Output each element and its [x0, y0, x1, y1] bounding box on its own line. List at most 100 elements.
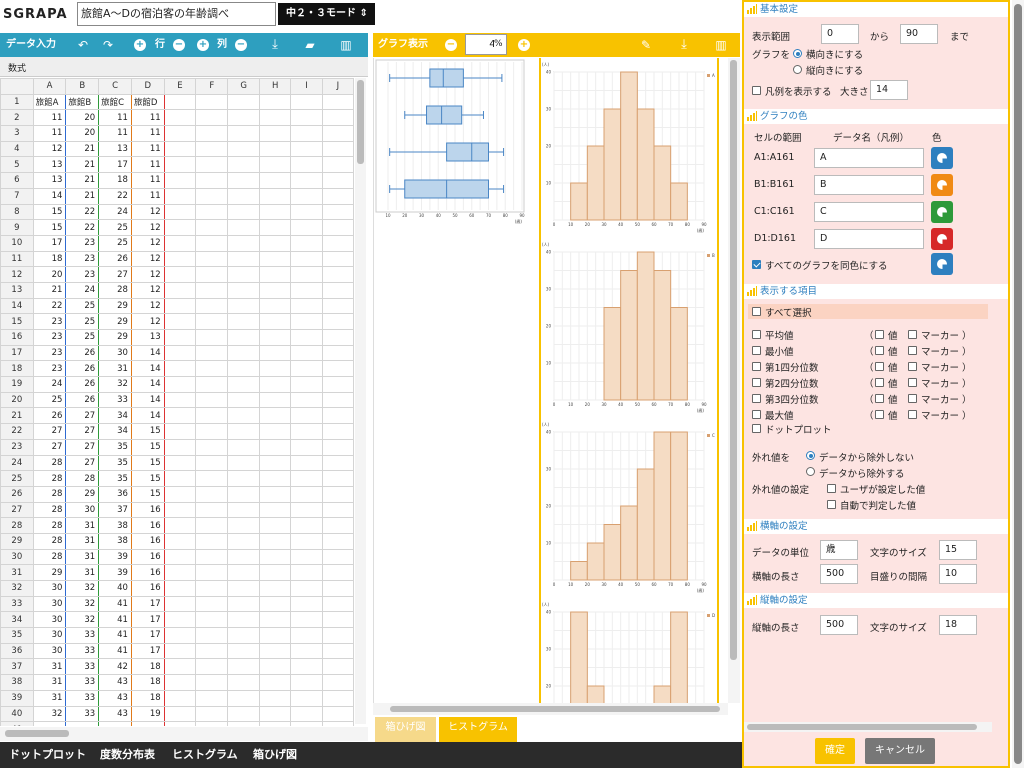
stat-marker-checkbox[interactable]: [908, 378, 917, 387]
eraser-icon[interactable]: ✎: [639, 33, 653, 57]
cell[interactable]: [258, 172, 292, 189]
cell[interactable]: 28: [65, 470, 100, 487]
cell[interactable]: [163, 234, 197, 252]
cell[interactable]: [321, 140, 354, 158]
cell[interactable]: 29: [65, 485, 100, 503]
cell[interactable]: 28: [32, 532, 67, 550]
cell[interactable]: [290, 627, 323, 644]
cell[interactable]: [227, 501, 260, 519]
cell[interactable]: [321, 532, 354, 550]
cell[interactable]: [195, 470, 229, 487]
sheet-horizontal-scrollbar[interactable]: [0, 727, 368, 741]
cell[interactable]: [163, 564, 197, 581]
cell[interactable]: [321, 187, 354, 205]
cell[interactable]: [65, 721, 100, 726]
cell[interactable]: 33: [98, 391, 132, 409]
cell[interactable]: [163, 721, 197, 726]
cell[interactable]: [195, 297, 229, 315]
cell[interactable]: 33: [65, 674, 100, 691]
cell[interactable]: 30: [98, 344, 132, 362]
cell[interactable]: [227, 125, 260, 142]
cell[interactable]: [227, 172, 260, 189]
palette-icon[interactable]: [931, 147, 953, 169]
open-folder-icon[interactable]: ▰: [303, 33, 317, 57]
row-header[interactable]: 32: [0, 580, 34, 597]
range-from-input[interactable]: 0: [821, 24, 859, 44]
cell[interactable]: 15: [130, 470, 165, 487]
cell[interactable]: 39: [98, 548, 132, 566]
cell[interactable]: 15: [32, 219, 67, 236]
cell[interactable]: [290, 642, 323, 660]
stat-checkbox[interactable]: [752, 362, 761, 371]
cell[interactable]: [290, 705, 323, 723]
cell[interactable]: [195, 454, 229, 472]
column-header[interactable]: I: [290, 78, 323, 95]
cell[interactable]: [227, 407, 260, 425]
cell[interactable]: [195, 234, 229, 252]
cell[interactable]: [163, 517, 197, 534]
cell[interactable]: 26: [65, 376, 100, 393]
column-header[interactable]: H: [258, 78, 292, 95]
cell[interactable]: 16: [130, 548, 165, 566]
cell[interactable]: [227, 689, 260, 707]
cell[interactable]: [227, 580, 260, 597]
tab-boxplot[interactable]: 箱ひげ図: [375, 717, 436, 742]
row-header[interactable]: 34: [0, 611, 34, 629]
cell[interactable]: 18: [130, 689, 165, 707]
column-header[interactable]: J: [321, 78, 354, 95]
cell[interactable]: [163, 438, 197, 456]
row-header[interactable]: 17: [0, 344, 34, 362]
cell[interactable]: [163, 281, 197, 299]
cell[interactable]: 35: [98, 454, 132, 472]
cell[interactable]: 18: [32, 250, 67, 268]
cell[interactable]: 28: [32, 501, 67, 519]
cell[interactable]: [227, 203, 260, 221]
cell[interactable]: 12: [130, 203, 165, 221]
cell[interactable]: [227, 705, 260, 723]
cell[interactable]: 25: [32, 391, 67, 409]
remove-row-icon[interactable]: −: [173, 39, 185, 51]
cell[interactable]: [163, 454, 197, 472]
x-length-input[interactable]: 500: [820, 564, 858, 584]
row-header[interactable]: 41: [0, 721, 34, 726]
cell[interactable]: [258, 627, 292, 644]
cell[interactable]: 15: [32, 203, 67, 221]
cell[interactable]: [258, 564, 292, 581]
cell[interactable]: 30: [32, 580, 67, 597]
cell[interactable]: 15: [130, 454, 165, 472]
cell[interactable]: 33: [65, 689, 100, 707]
cell[interactable]: 17: [98, 156, 132, 174]
cell[interactable]: 23: [32, 329, 67, 346]
cell[interactable]: [163, 140, 197, 158]
cell[interactable]: [32, 721, 67, 726]
cell[interactable]: [195, 250, 229, 268]
cell[interactable]: [258, 219, 292, 236]
cell[interactable]: [195, 548, 229, 566]
cell[interactable]: 40: [98, 580, 132, 597]
cell[interactable]: 28: [98, 281, 132, 299]
cell[interactable]: [227, 611, 260, 629]
cell[interactable]: [227, 532, 260, 550]
cell[interactable]: 旅館B: [65, 93, 100, 111]
cell[interactable]: 22: [65, 203, 100, 221]
cell[interactable]: 22: [65, 219, 100, 236]
spreadsheet-grid[interactable]: A B C D E F G H I J 1 旅館A 旅館B 旅館C 旅館D 2 11 20 11 11 3 11 20 11 1…: [0, 78, 354, 726]
cell[interactable]: [258, 187, 292, 205]
cell[interactable]: 17: [130, 611, 165, 629]
row-header[interactable]: 11: [0, 250, 34, 268]
cell[interactable]: [321, 674, 354, 691]
cell[interactable]: [258, 548, 292, 566]
cell[interactable]: 35: [98, 470, 132, 487]
palette-icon[interactable]: [931, 174, 953, 196]
cell[interactable]: 11: [98, 125, 132, 142]
row-header[interactable]: 3: [0, 125, 34, 142]
cell[interactable]: [258, 721, 292, 726]
cell[interactable]: 13: [130, 329, 165, 346]
cell[interactable]: [195, 611, 229, 629]
cell[interactable]: 16: [130, 501, 165, 519]
cell[interactable]: [258, 140, 292, 158]
cell[interactable]: 12: [130, 250, 165, 268]
row-header[interactable]: 10: [0, 234, 34, 252]
cell[interactable]: [195, 219, 229, 236]
row-header[interactable]: 7: [0, 187, 34, 205]
